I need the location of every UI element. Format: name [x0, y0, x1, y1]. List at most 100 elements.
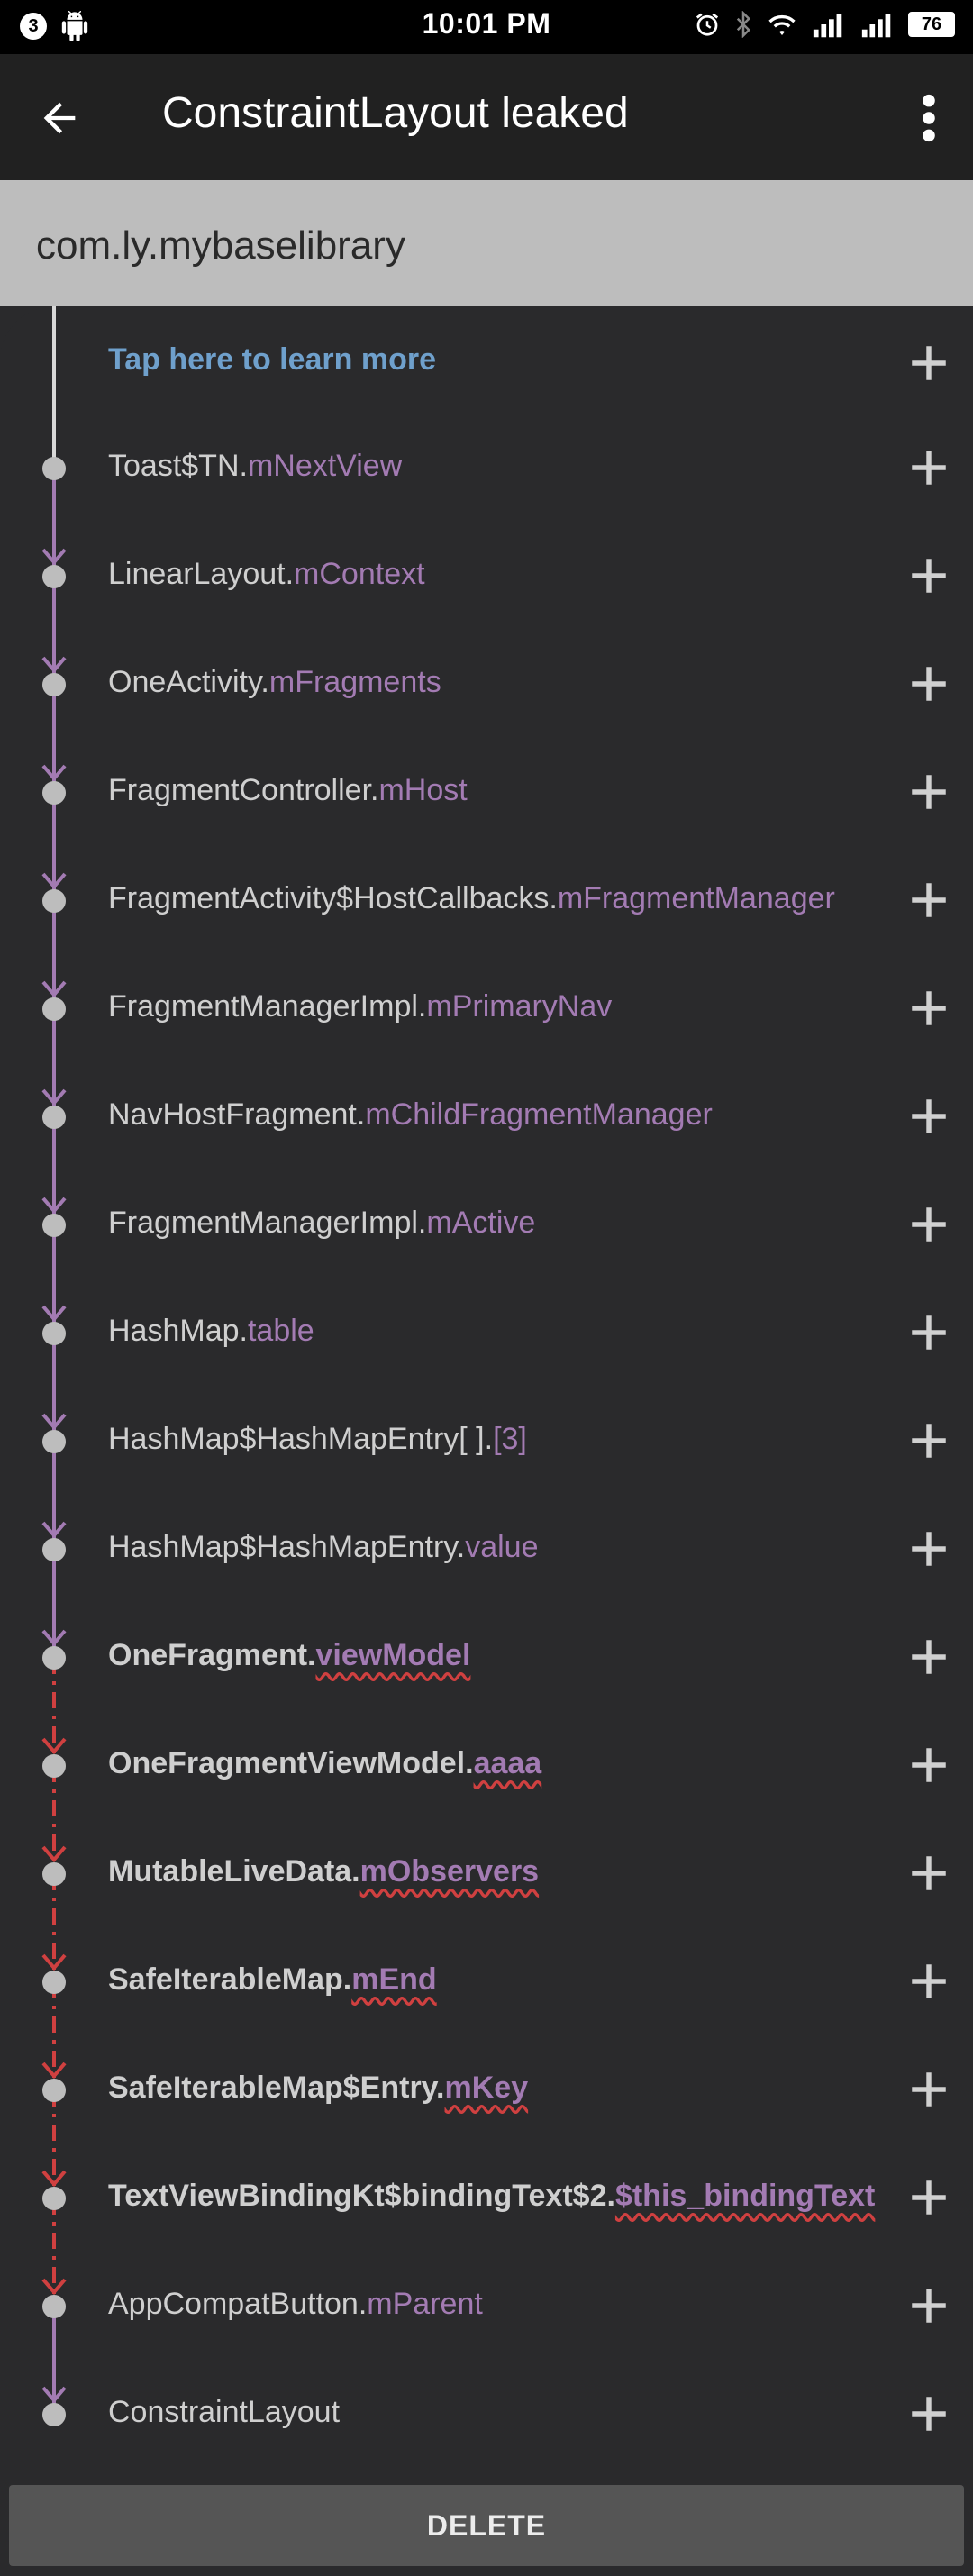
trace-field-name: mKey [444, 2071, 529, 2105]
trace-field-name: mFragmentManager [557, 881, 835, 915]
trace-row[interactable]: HashMap$HashMapEntry.value [0, 1530, 973, 1638]
trace-row[interactable]: SafeIterableMap.mEnd [0, 1962, 973, 2071]
trace-class-name: Toast$TN. [108, 449, 248, 483]
trace-class-name: HashMap. [108, 1314, 248, 1348]
trace-class-name: ConstraintLayout [108, 2395, 341, 2429]
trace-class-name: LinearLayout. [108, 557, 295, 591]
plus-icon[interactable] [906, 1959, 951, 2004]
trace-row[interactable]: Toast$TN.mNextView [0, 449, 973, 557]
trace-field-name: mActive [426, 1206, 536, 1240]
plus-icon[interactable] [906, 1310, 951, 1355]
trace-row-label: ConstraintLayout [108, 2395, 340, 2430]
trace-field-name: $this_bindingText [614, 2179, 876, 2213]
trace-class-name: TextViewBindingKt$bindingText$2. [108, 2179, 615, 2213]
signal-icon [861, 14, 891, 38]
app-package-name: com.ly.mybaselibrary [36, 223, 405, 268]
trace-field-name: viewModel [315, 1638, 471, 1672]
plus-icon[interactable] [906, 2067, 951, 2112]
trace-field-name: mPrimaryNav [426, 989, 613, 1024]
delete-button[interactable]: DELETE [9, 2485, 964, 2566]
trace-class-name: FragmentManagerImpl. [108, 989, 427, 1024]
trace-field-name: mEnd [351, 1962, 437, 1997]
trace-class-name: MutableLiveData. [108, 1854, 360, 1889]
plus-icon[interactable] [906, 1634, 951, 1679]
signal-icon [813, 14, 842, 38]
trace-row-label: HashMap$HashMapEntry.value [108, 1530, 539, 1565]
toolbar: ConstraintLayout leaked [0, 54, 973, 180]
plus-icon[interactable] [906, 1418, 951, 1463]
trace-field-name: mNextView [247, 449, 403, 483]
plus-icon[interactable] [906, 445, 951, 490]
status-bar: 3 10:01 PM 76 [0, 0, 973, 54]
trace-row-label: FragmentActivity$HostCallbacks.mFragment… [108, 881, 835, 916]
plus-icon[interactable] [906, 2283, 951, 2328]
trace-row[interactable]: MutableLiveData.mObservers [0, 1854, 973, 1962]
plus-icon[interactable] [906, 2175, 951, 2220]
plus-icon[interactable] [906, 1202, 951, 1247]
trace-row-label: SafeIterableMap$Entry.mKey [108, 2071, 528, 2106]
trace-class-name: HashMap$HashMapEntry[ ]. [108, 1422, 494, 1456]
alarm-icon [696, 13, 719, 36]
trace-row[interactable]: OneFragmentViewModel.aaaa [0, 1746, 973, 1854]
trace-field-name: mFragments [268, 665, 441, 699]
trace-class-name: OneFragmentViewModel. [108, 1746, 474, 1780]
trace-row[interactable]: AppCompatButton.mParent [0, 2287, 973, 2395]
trace-row-label: LinearLayout.mContext [108, 557, 425, 592]
plus-icon[interactable] [906, 2391, 951, 2436]
trace-row-label: Toast$TN.mNextView [108, 449, 402, 484]
trace-row-label: AppCompatButton.mParent [108, 2287, 483, 2322]
trace-field-name: table [247, 1314, 314, 1348]
learn-more-link[interactable]: Tap here to learn more [108, 342, 436, 378]
trace-row[interactable]: SafeIterableMap$Entry.mKey [0, 2071, 973, 2179]
trace-row[interactable]: HashMap.table [0, 1314, 973, 1422]
trace-row-label: TextViewBindingKt$bindingText$2.$this_bi… [108, 2179, 875, 2214]
plus-icon[interactable] [906, 341, 951, 386]
trace-row[interactable]: FragmentManagerImpl.mActive [0, 1206, 973, 1314]
wifi-icon [768, 14, 796, 35]
trace-row[interactable]: FragmentManagerImpl.mPrimaryNav [0, 989, 973, 1097]
trace-class-name: OneActivity. [108, 665, 269, 699]
back-arrow-icon[interactable] [36, 95, 83, 141]
trace-class-name: FragmentManagerImpl. [108, 1206, 427, 1240]
trace-row[interactable]: FragmentActivity$HostCallbacks.mFragment… [0, 881, 973, 989]
plus-icon[interactable] [906, 878, 951, 923]
plus-icon[interactable] [906, 661, 951, 706]
trace-class-name: SafeIterableMap$Entry. [108, 2071, 445, 2105]
leak-trace-panel: Tap here to learn more Toast$TN.mNextVie… [0, 306, 973, 2478]
trace-field-name: aaaa [473, 1746, 542, 1780]
trace-row[interactable]: HashMap$HashMapEntry[ ].[3] [0, 1422, 973, 1530]
trace-row-label: OneFragmentViewModel.aaaa [108, 1746, 541, 1781]
battery-icon: 76 [908, 12, 955, 37]
trace-row-label: FragmentManagerImpl.mActive [108, 1206, 535, 1241]
trace-row[interactable]: OneFragment.viewModel [0, 1638, 973, 1746]
plus-icon[interactable] [906, 769, 951, 815]
trace-row-label: OneFragment.viewModel [108, 1638, 470, 1673]
trace-class-name: FragmentController. [108, 773, 379, 807]
plus-icon[interactable] [906, 986, 951, 1031]
trace-field-name: mParent [367, 2287, 483, 2321]
trace-row[interactable]: FragmentController.mHost [0, 773, 973, 881]
trace-row-label: FragmentManagerImpl.mPrimaryNav [108, 989, 612, 1024]
trace-class-name: HashMap$HashMapEntry. [108, 1530, 466, 1564]
plus-icon[interactable] [906, 1851, 951, 1896]
trace-row[interactable]: LinearLayout.mContext [0, 557, 973, 665]
plus-icon[interactable] [906, 553, 951, 598]
trace-row-label: OneActivity.mFragments [108, 665, 441, 700]
trace-field-name: mObservers [359, 1854, 540, 1889]
trace-row-label: HashMap.table [108, 1314, 314, 1349]
trace-row[interactable]: TextViewBindingKt$bindingText$2.$this_bi… [0, 2179, 973, 2287]
trace-row-label: MutableLiveData.mObservers [108, 1854, 539, 1889]
trace-class-name: NavHostFragment. [108, 1097, 366, 1132]
plus-icon[interactable] [906, 1526, 951, 1571]
more-vert-icon[interactable] [915, 92, 942, 144]
trace-row[interactable]: NavHostFragment.mChildFragmentManager [0, 1097, 973, 1206]
trace-row-label: FragmentController.mHost [108, 773, 468, 808]
trace-field-name: mContext [294, 557, 425, 591]
trace-class-name: SafeIterableMap. [108, 1962, 352, 1997]
plus-icon[interactable] [906, 1094, 951, 1139]
trace-row-label: SafeIterableMap.mEnd [108, 1962, 437, 1998]
trace-field-name: [3] [493, 1422, 527, 1456]
trace-row[interactable]: OneActivity.mFragments [0, 665, 973, 773]
app-header: com.ly.mybaselibrary [0, 180, 973, 306]
plus-icon[interactable] [906, 1743, 951, 1788]
